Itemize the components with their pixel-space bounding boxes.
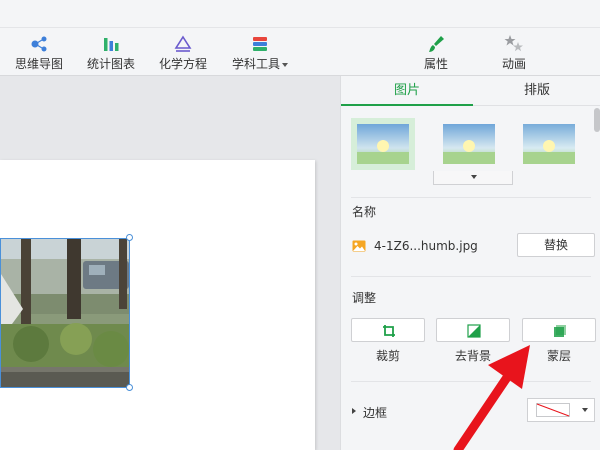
chart-label: 统计图表 [86,57,135,71]
tab-image[interactable]: 图片 [341,76,473,106]
panel-tabs: 图片 排版 [341,76,600,106]
subject-tools-button[interactable]: 学科工具 [228,34,292,74]
more-styles-button[interactable] [433,171,513,185]
scrollbar-thumb[interactable] [594,108,600,132]
thumbnail-image [443,124,495,164]
animation-button[interactable]: 动画 [494,34,534,74]
sunrise-image [357,124,409,164]
stars-icon [504,35,523,52]
chemistry-button[interactable]: 化学方程 [156,34,210,74]
chevron-down-icon [282,62,288,67]
brush-icon [429,36,444,52]
mask-layer-icon [554,325,566,337]
mindmap-label: 思维导图 [14,57,63,71]
image-file-icon [352,240,366,252]
divider [351,197,591,198]
toolbar-divider [0,27,600,28]
mindmap-icon [31,36,47,52]
image-style-thumbnail-2[interactable] [437,118,501,170]
file-name: 4-1Z6...humb.jpg [374,239,478,253]
top-toolbar: 思维导图 统计图表 化学方程 学科工具 属性 动画 [0,0,600,76]
animation-label: 动画 [501,57,526,71]
resize-handle-top-right[interactable] [126,234,133,241]
thumbnail-image [523,124,575,164]
red-arrow-annotation [453,345,530,450]
crop-icon [383,325,395,337]
properties-button[interactable]: 属性 [416,34,456,74]
crop-label: 裁剪 [375,349,400,363]
name-section-title: 名称 [352,205,377,219]
subject-tools-text: 学科工具 [231,57,280,71]
border-section-title: 边框 [363,406,388,420]
mindmap-button[interactable]: 思维导图 [12,34,66,74]
sunrise-image [443,124,495,164]
replace-button[interactable]: 替换 [517,233,595,257]
crop-button[interactable] [351,318,425,342]
chevron-down-icon [582,408,588,412]
chevron-down-icon [471,175,477,179]
properties-label: 属性 [423,57,448,71]
selected-image[interactable] [0,238,130,388]
tab-layout[interactable]: 排版 [473,76,600,106]
park-photo [1,239,129,387]
image-style-thumbnail-1[interactable] [351,118,415,170]
chart-button[interactable]: 统计图表 [84,34,138,74]
adjust-section-title: 调整 [352,291,377,305]
subject-tools-label: 学科工具 [228,56,292,72]
chemistry-icon [174,35,192,52]
chemistry-label: 化学方程 [158,57,207,71]
subject-tools-icon [253,37,267,51]
sunrise-image [523,124,575,164]
thumbnail-image [357,124,409,164]
chart-icon [104,38,119,51]
panel-scrollbar[interactable] [593,106,600,450]
divider [351,276,591,277]
image-style-thumbnail-3[interactable] [517,118,581,170]
resize-handle-bottom-right[interactable] [126,384,133,391]
chevron-right-icon [352,408,356,414]
